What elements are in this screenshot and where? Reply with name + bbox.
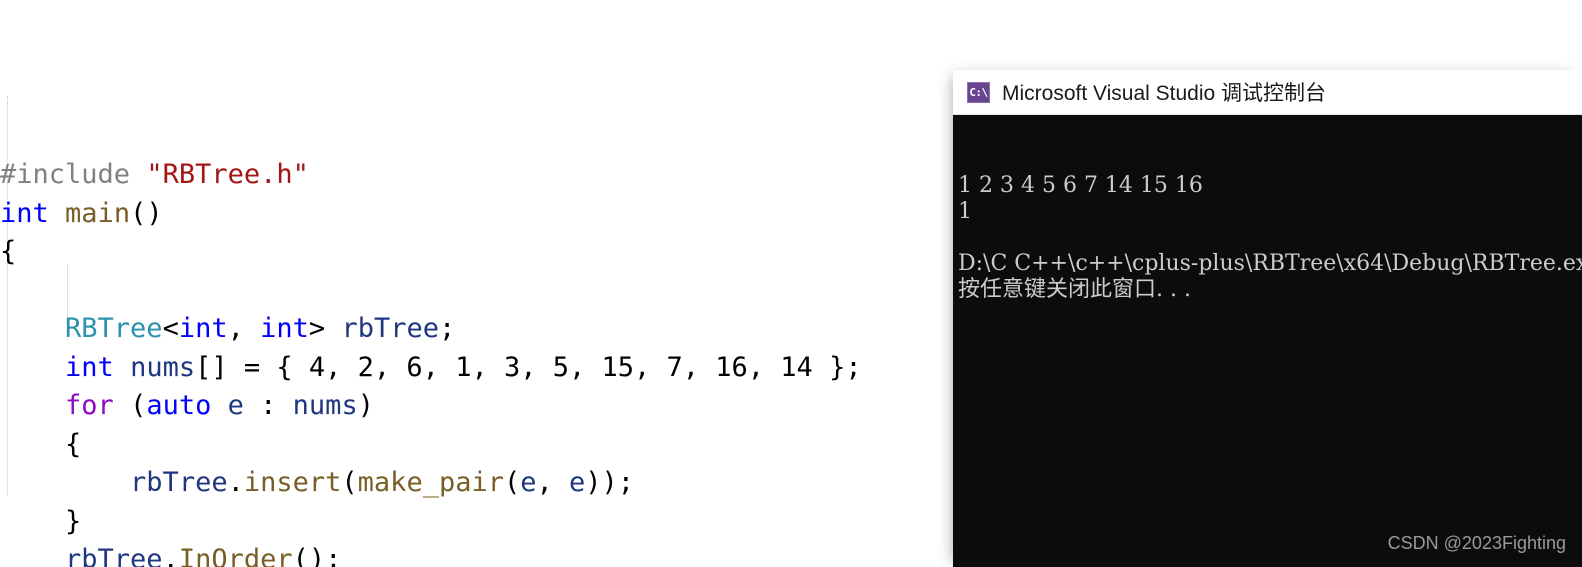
code-token: int: [178, 313, 228, 344]
console-icon: C:\: [967, 81, 990, 103]
code-token: .: [227, 467, 244, 498]
code-token: >: [308, 313, 342, 344]
code-token: ,: [227, 313, 261, 344]
code-token: "RBTree.h": [146, 159, 309, 190]
code-editor[interactable]: #include "RBTree.h" int main(){ RBTree<in…: [0, 0, 960, 567]
code-token: <: [162, 313, 179, 344]
console-window[interactable]: C:\ Microsoft Visual Studio 调试控制台 1 2 3 …: [953, 70, 1582, 567]
code-token: ();: [292, 544, 342, 567]
code-token: {: [0, 428, 82, 460]
code-line[interactable]: for (auto e : nums): [0, 387, 960, 426]
code-line[interactable]: rbTree.InOrder();: [0, 541, 960, 567]
code-token: int: [65, 351, 114, 383]
code-token: e: [520, 467, 537, 498]
code-token: rbTree: [341, 313, 439, 344]
code-token: for: [65, 390, 114, 421]
code-token: make_pair: [357, 467, 504, 498]
code-line[interactable]: }: [0, 503, 960, 542]
code-line[interactable]: int main(): [0, 195, 960, 234]
code-token: rbTree: [65, 544, 163, 567]
console-line: 按任意键关闭此窗口. . .: [958, 277, 1191, 302]
code-line[interactable]: RBTree<int, int> rbTree;: [0, 310, 960, 349]
code-token: ));: [585, 467, 635, 498]
code-token: }: [0, 505, 82, 537]
code-token: ,: [536, 467, 570, 498]
console-window-title: Microsoft Visual Studio 调试控制台: [1002, 82, 1327, 105]
screenshot-root: #include "RBTree.h" int main(){ RBTree<in…: [0, 0, 1582, 567]
code-token: #include: [0, 159, 147, 190]
code-token: {: [0, 236, 17, 267]
code-token: auto: [146, 390, 212, 421]
console-line: 1: [958, 199, 972, 224]
code-token: nums: [130, 351, 196, 383]
code-token: insert: [243, 467, 342, 498]
code-lines-container: #include "RBTree.h" int main(){ RBTree<in…: [0, 156, 960, 567]
code-token: rbTree: [130, 467, 228, 498]
code-token: ): [357, 390, 374, 421]
code-token: RBTree: [65, 313, 163, 344]
code-token: InOrder: [178, 544, 293, 567]
console-output-area[interactable]: 1 2 3 4 5 6 7 14 15 16 1 D:\C C++\c++\cpl…: [953, 115, 1582, 567]
console-line: D:\C C++\c++\cplus-plus\RBTree\x64\Debug…: [958, 251, 1582, 276]
code-token: nums: [292, 390, 358, 421]
code-line[interactable]: int nums[] = { 4, 2, 6, 1, 3, 5, 15, 7, …: [0, 349, 960, 388]
code-line[interactable]: [0, 272, 960, 311]
code-token: (: [503, 467, 521, 498]
code-token: int: [0, 197, 49, 229]
code-line[interactable]: {: [0, 426, 960, 465]
code-token: e: [227, 390, 244, 421]
code-token: (: [113, 390, 147, 421]
code-token: (): [130, 197, 163, 229]
code-token: e: [569, 467, 586, 498]
console-output-lines: 1 2 3 4 5 6 7 14 15 16 1 D:\C C++\c++\cpl…: [958, 173, 1582, 303]
console-titlebar[interactable]: C:\ Microsoft Visual Studio 调试控制台: [953, 70, 1582, 115]
code-line[interactable]: {: [0, 233, 960, 272]
code-token: int: [260, 313, 309, 344]
code-line[interactable]: rbTree.insert(make_pair(e, e));: [0, 464, 960, 503]
code-token: [] = { 4, 2, 6, 1, 3, 5, 15, 7, 16, 14 }…: [195, 351, 862, 383]
code-token: ;: [438, 313, 456, 344]
csdn-watermark: CSDN @2023Fighting: [1387, 533, 1566, 553]
code-token: main: [65, 197, 131, 229]
code-line[interactable]: #include "RBTree.h": [0, 156, 960, 195]
code-token: (: [341, 467, 358, 498]
console-line: 1 2 3 4 5 6 7 14 15 16: [958, 173, 1203, 198]
code-token: :: [243, 390, 293, 421]
code-token: .: [162, 544, 179, 567]
